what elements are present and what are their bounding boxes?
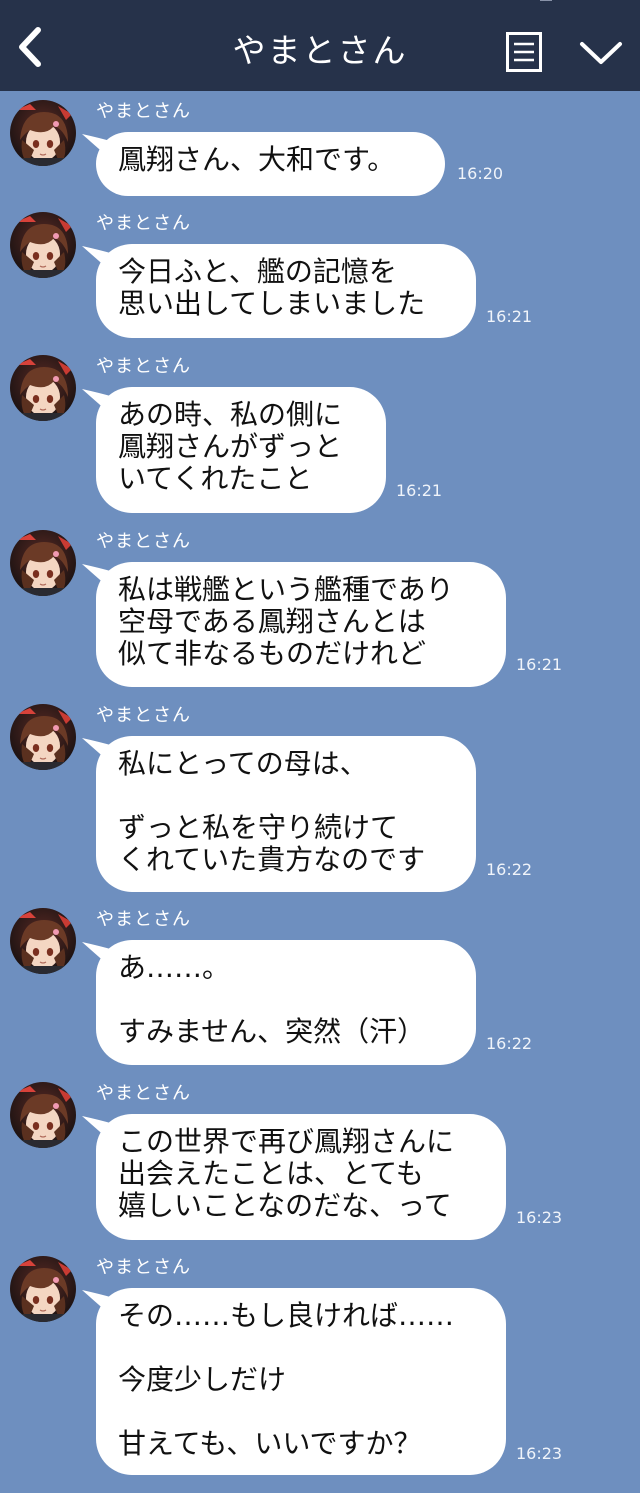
bubble-tail [82,1290,114,1318]
message-line: あの時、私の側に [118,398,343,431]
message-timestamp: 16:21 [396,481,443,500]
bubble-tail [82,564,114,592]
avatar[interactable] [10,704,76,770]
sender-name: やまとさん [96,909,191,930]
avatar-image [10,704,76,770]
bubble-tail [82,738,114,766]
message-line: いてくれたこと [118,462,313,495]
chevron-down-icon [580,42,622,64]
bubble-tail [82,1116,114,1144]
message-timestamp: 16:23 [516,1444,563,1463]
avatar-image [10,530,76,596]
message-timestamp: 16:20 [457,164,504,183]
collapse-button[interactable] [578,38,624,68]
message-line: くれていた貴方なのです [118,843,426,876]
avatar[interactable] [10,1256,76,1322]
chat-header: やまとさん [0,0,640,91]
avatar-image [10,908,76,974]
message-line: 私は戦艦という艦種であり [118,573,454,606]
sender-name: やまとさん [96,531,191,552]
avatar[interactable] [10,908,76,974]
message-bubble[interactable]: あの時、私の側に 鳳翔さんがずっと いてくれたこと [82,387,386,513]
sender-name: やまとさん [96,1257,191,1278]
chat-title: やまとさん [232,31,408,70]
bubble-tail [82,246,114,274]
avatar-image [10,100,76,166]
message-line: 思い出してしまいました [118,287,426,320]
sender-name: やまとさん [96,356,191,377]
message-line: 出会えたことは、とても [118,1157,424,1190]
message-bubble[interactable]: 私は戦艦という艦種であり 空母である鳳翔さんとは 似て非なるものだけれど [82,562,506,687]
message-timestamp: 16:22 [486,1034,533,1053]
avatar[interactable] [10,355,76,421]
sender-name: やまとさん [96,101,191,122]
back-button[interactable] [10,22,54,72]
message-timestamp: 16:23 [516,1208,563,1227]
message-line: その……もし良ければ…… [118,1299,455,1332]
message-line: 私にとっての母は、 [118,747,368,780]
avatar-image [10,355,76,421]
message-line: すみません、突然（汗） [118,1015,426,1048]
message-line: 今日ふと、艦の記憶を [118,255,397,288]
message-line: 甘えても、いいですか？ [118,1427,422,1460]
avatar-image [10,1082,76,1148]
message-bubble[interactable]: 今日ふと、艦の記憶を 思い出してしまいました [82,244,476,338]
avatar[interactable] [10,1082,76,1148]
message-bubble[interactable]: 私にとっての母は、 ずっと私を守り続けて くれていた貴方なのです [82,736,476,892]
message-line: 鳳翔さんがずっと [118,430,343,463]
message-line: あ……。 [118,951,231,984]
sender-name: やまとさん [96,705,191,726]
bubble-tail [82,134,114,162]
message-line: 嬉しいことなのだな、って [118,1189,452,1222]
message-timestamp: 16:21 [486,307,533,326]
message-bubble[interactable]: この世界で再び鳳翔さんに 出会えたことは、とても 嬉しいことなのだな、って [82,1114,506,1240]
bubble-tail [82,389,114,417]
message-line [118,1332,484,1364]
sender-name: やまとさん [96,213,191,234]
message-timestamp: 16:22 [486,860,533,879]
header-edge-mark [540,0,552,4]
avatar[interactable] [10,212,76,278]
avatar-image [10,212,76,278]
message-timestamp: 16:21 [516,655,563,674]
message-line: ずっと私を守り続けて [118,811,399,844]
avatar[interactable] [10,100,76,166]
menu-button[interactable] [506,32,542,72]
bubble-tail [82,942,114,970]
message-bubble[interactable]: 鳳翔さん、大和です。 [82,132,445,196]
message-line: 今度少しだけ [118,1363,287,1396]
message-bubble[interactable]: その……もし良ければ…… 今度少しだけ甘えても、いいですか？ [82,1288,506,1475]
avatar[interactable] [10,530,76,596]
menu-list-icon [506,32,542,72]
message-line: この世界で再び鳳翔さんに [118,1125,455,1158]
message-bubble[interactable]: あ……。すみません、突然（汗） [82,940,476,1065]
sender-name: やまとさん [96,1083,191,1104]
avatar-image [10,1256,76,1322]
message-line: 似て非なるものだけれど [118,637,427,670]
message-line [118,1396,484,1428]
message-line [118,780,454,812]
message-line: 空母である鳳翔さんとは [118,605,426,638]
message-line [118,984,454,1016]
message-line: 鳳翔さん、大和です。 [118,143,396,176]
chevron-left-icon [19,27,41,67]
